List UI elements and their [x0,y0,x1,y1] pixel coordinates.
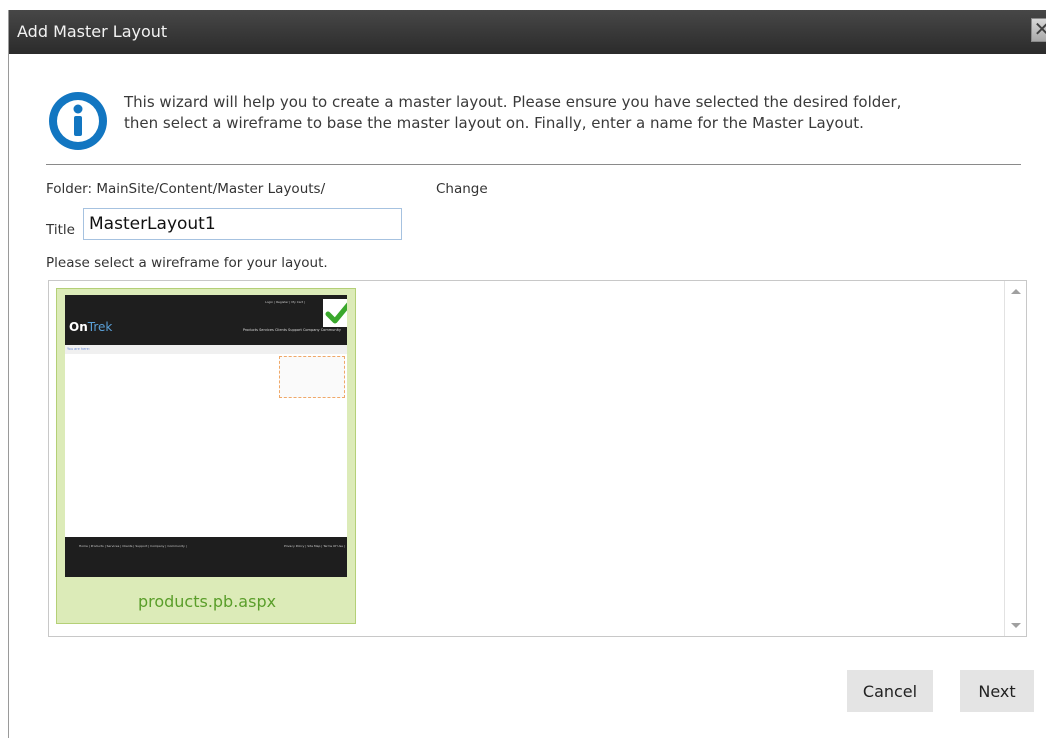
thumb-footer-right: Privacy Policy | Site Map | Terms Of Use… [283,544,345,548]
intro-line-2: then select a wireframe to base the mast… [124,114,864,132]
thumb-dropzone [279,356,345,398]
thumb-header: OnTrek Login | Register | My Cart | Prod… [65,295,347,345]
close-icon[interactable]: ✕ [1031,18,1046,42]
intro-text: This wizard will help you to create a ma… [124,92,1024,134]
thumb-logo-b: Trek [87,320,113,334]
dialog-title: Add Master Layout [17,22,168,41]
change-folder-link[interactable]: Change [436,181,488,197]
scrollbar[interactable] [1004,281,1026,636]
wireframe-thumbnail: OnTrek Login | Register | My Cart | Prod… [65,295,347,577]
scroll-down-icon[interactable] [1011,623,1021,628]
thumb-footer: Home | Products | Services | Clients | S… [65,537,347,577]
cancel-button[interactable]: Cancel [847,670,933,712]
selected-check-icon [323,299,347,327]
title-input[interactable] [83,208,402,240]
dialog-titlebar: Add Master Layout ✕ [9,10,1046,54]
thumb-footer-left: Home | Products | Services | Clients | S… [79,544,187,548]
divider [46,164,1021,165]
wireframe-name: products.pb.aspx [137,592,277,611]
folder-path-label: Folder: MainSite/Content/Master Layouts/ [46,181,326,197]
thumb-crumb-text: You are here: [67,347,90,351]
select-wireframe-label: Please select a wireframe for your layou… [46,255,328,271]
title-label: Title [46,222,75,238]
thumb-logo: OnTrek [69,320,112,334]
thumb-logo-a: On [69,320,88,334]
scroll-up-icon[interactable] [1011,289,1021,294]
intro-line-1: This wizard will help you to create a ma… [124,93,902,111]
wireframe-item[interactable]: OnTrek Login | Register | My Cart | Prod… [56,288,356,624]
wireframe-list[interactable]: OnTrek Login | Register | My Cart | Prod… [48,280,1027,637]
thumb-menu: Products Services Clients Support Compan… [242,328,341,332]
thumb-toplinks: Login | Register | My Cart | [265,300,305,304]
next-button[interactable]: Next [960,670,1034,712]
add-master-layout-dialog: Add Master Layout ✕ This wizard will hel… [8,10,1046,738]
info-icon [49,92,107,150]
thumb-breadcrumb: You are here: [65,345,347,354]
